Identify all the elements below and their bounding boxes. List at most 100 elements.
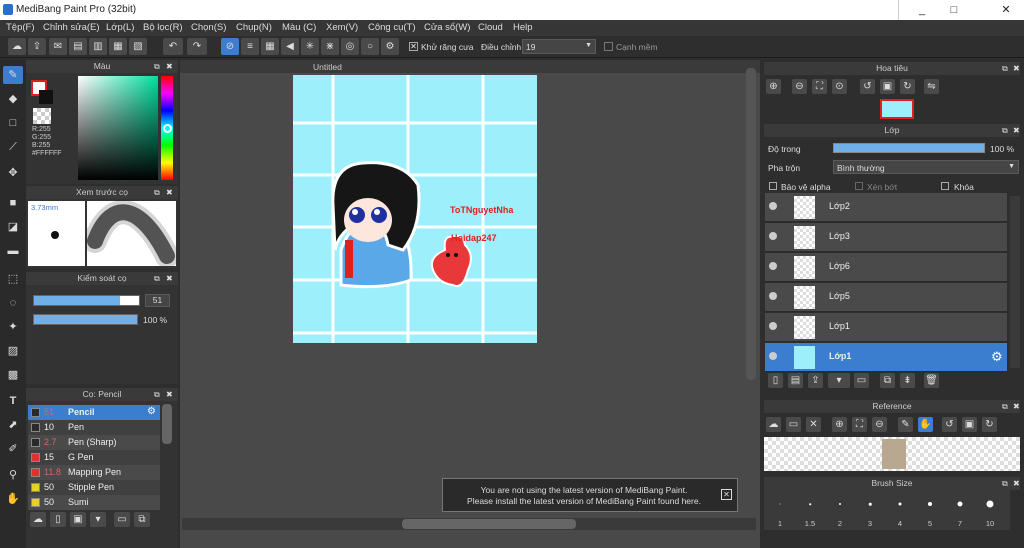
visibility-eye-icon[interactable] xyxy=(769,262,777,270)
brush-list-item[interactable]: 11.8 Mapping Pen xyxy=(28,465,160,480)
duplicate-layer-icon[interactable]: ⧉ xyxy=(880,373,895,388)
background-color-swatch[interactable] xyxy=(39,90,53,104)
layer-row[interactable]: Lớp3 xyxy=(765,223,1007,252)
new-halftone-layer-icon[interactable]: ▤ xyxy=(788,373,803,388)
navigator-thumbnail[interactable] xyxy=(880,99,914,119)
brush-list-item[interactable]: 15 G Pen xyxy=(28,450,160,465)
cloud-ref-icon[interactable]: ☁ xyxy=(766,417,781,432)
layer-row[interactable]: Lớp2 xyxy=(765,193,1007,222)
popout-icon[interactable]: ⧉ xyxy=(1002,62,1008,75)
popout-icon[interactable]: ⧉ xyxy=(154,186,160,199)
popout-icon[interactable]: ⧉ xyxy=(1002,124,1008,137)
close-icon[interactable]: ✖ xyxy=(166,60,173,73)
export-icon[interactable]: ▧ xyxy=(129,38,147,55)
select-eraser-icon[interactable]: ▩ xyxy=(3,366,23,384)
duplicate-icon[interactable]: ⧉ xyxy=(134,512,150,527)
visibility-eye-icon[interactable] xyxy=(769,292,777,300)
brush-size-option[interactable]: 7 xyxy=(945,490,975,530)
layer-menu-icon[interactable]: ▾ xyxy=(828,373,850,388)
close-icon[interactable]: ✖ xyxy=(1013,400,1020,413)
menu-file[interactable]: Tệp(F) xyxy=(6,22,35,33)
close-icon[interactable]: ✖ xyxy=(166,272,173,285)
brush-opacity-slider[interactable] xyxy=(33,314,138,325)
menu-select[interactable]: Chọn(S) xyxy=(191,22,226,33)
canvas-document[interactable]: ToTNguyetNha Hoidap247 xyxy=(293,75,537,343)
ref-rotate-right-icon[interactable]: ↻ xyxy=(982,417,997,432)
brush-list-item[interactable]: 50 Stipple Pen xyxy=(28,480,160,495)
ref-eyedropper-icon[interactable]: ✎ xyxy=(898,417,913,432)
window-close-button[interactable]: ✕ xyxy=(996,2,1016,18)
vanish-snap-icon[interactable]: ⋇ xyxy=(321,38,339,55)
brush-list-item[interactable]: 10 Pen xyxy=(28,420,160,435)
actual-size-icon[interactable]: ⊙ xyxy=(832,79,847,94)
soft-edge-checkbox[interactable] xyxy=(604,42,613,51)
canvas-tab[interactable]: Untitled xyxy=(313,62,342,72)
canvas-horizontal-scrollbar[interactable] xyxy=(402,519,576,529)
close-notification-icon[interactable]: ✕ xyxy=(721,489,732,500)
clip-checkbox[interactable] xyxy=(855,182,863,190)
window-maximize-button[interactable]: □ xyxy=(944,2,964,18)
fill-rect-tool-icon[interactable]: ■ xyxy=(3,194,23,212)
menu-edit[interactable]: Chỉnh sửa(E) xyxy=(43,22,100,33)
menu-cloud[interactable]: Cloud xyxy=(478,22,503,33)
brush-settings-icon[interactable]: ⚙ xyxy=(147,406,156,417)
blur-tool-icon[interactable]: ⟋ xyxy=(3,138,23,156)
visibility-eye-icon[interactable] xyxy=(769,322,777,330)
ref-reset-icon[interactable]: ▣ xyxy=(962,417,977,432)
brush-list-item[interactable]: 2.7 Pen (Sharp) xyxy=(28,435,160,450)
window-minimize-button[interactable]: _ xyxy=(912,2,932,18)
brush-menu-icon[interactable]: ▾ xyxy=(90,512,106,527)
close-icon[interactable]: ✖ xyxy=(1013,124,1020,137)
cloud-icon[interactable]: ☁ xyxy=(8,38,26,55)
menu-capture[interactable]: Chụp(N) xyxy=(236,22,272,33)
circle-snap-icon[interactable]: ◎ xyxy=(341,38,359,55)
close-icon[interactable]: ✖ xyxy=(1013,62,1020,75)
brush-list-scrollbar[interactable] xyxy=(162,404,172,444)
document-icon[interactable]: ▥ xyxy=(89,38,107,55)
popout-icon[interactable]: ⧉ xyxy=(154,60,160,73)
redo-icon[interactable]: ↷ xyxy=(187,38,207,55)
open-icon[interactable]: ▦ xyxy=(109,38,127,55)
ref-fit-icon[interactable]: ⛶ xyxy=(852,417,867,432)
brush-size-slider[interactable] xyxy=(33,295,140,306)
ref-rotate-left-icon[interactable]: ↺ xyxy=(942,417,957,432)
layer-opacity-slider[interactable] xyxy=(833,143,985,153)
ellipse-snap-icon[interactable]: ○ xyxy=(361,38,379,55)
adjust-select[interactable]: 19 ▼ xyxy=(522,39,596,54)
divide-tool-icon[interactable]: ✐ xyxy=(3,440,23,458)
protect-alpha-checkbox[interactable] xyxy=(769,182,777,190)
undo-icon[interactable]: ↶ xyxy=(163,38,183,55)
popout-icon[interactable]: ⧉ xyxy=(154,272,160,285)
menu-layer[interactable]: Lớp(L) xyxy=(106,22,134,33)
share-icon[interactable]: ⇪ xyxy=(28,38,46,55)
visibility-eye-icon[interactable] xyxy=(769,202,777,210)
close-icon[interactable]: ✖ xyxy=(166,388,173,401)
popout-icon[interactable]: ⧉ xyxy=(154,388,160,401)
open-ref-icon[interactable]: ▭ xyxy=(786,417,801,432)
layer-row[interactable]: Lớp6 xyxy=(765,253,1007,282)
snap-off-icon[interactable]: ⊘ xyxy=(221,38,239,55)
new-layer-icon[interactable]: ▯ xyxy=(768,373,783,388)
perspective-snap-icon[interactable]: ◀ xyxy=(281,38,299,55)
snap-settings-icon[interactable]: ⚙ xyxy=(381,38,399,55)
dot-tool-icon[interactable]: □ xyxy=(3,114,23,132)
move-tool-icon[interactable]: ✥ xyxy=(3,164,23,182)
select-pen-icon[interactable]: ▨ xyxy=(3,342,23,360)
menu-view[interactable]: Xem(V) xyxy=(326,22,358,33)
brush-size-option[interactable]: 5 xyxy=(915,490,945,530)
merge-layer-icon[interactable]: ⇟ xyxy=(900,373,915,388)
add-brush-icon[interactable]: ▣ xyxy=(70,512,86,527)
brush-size-option[interactable]: 2 xyxy=(825,490,855,530)
menu-help[interactable]: Help xyxy=(513,22,533,33)
menu-color[interactable]: Màu (C) xyxy=(282,22,316,33)
ref-zoom-in-icon[interactable]: ⊕ xyxy=(832,417,847,432)
flip-icon[interactable]: ⇋ xyxy=(924,79,939,94)
visibility-eye-icon[interactable] xyxy=(769,232,777,240)
brush-tool-icon[interactable]: ✎ xyxy=(3,66,23,84)
reference-image-area[interactable] xyxy=(764,437,1020,471)
layer-row[interactable]: Lớp1 xyxy=(765,313,1007,342)
new-brush-icon[interactable]: ▯ xyxy=(50,512,66,527)
reset-view-icon[interactable]: ▣ xyxy=(880,79,895,94)
brush-size-option[interactable]: 4 xyxy=(885,490,915,530)
select-rect-icon[interactable]: ⬚ xyxy=(3,270,23,288)
